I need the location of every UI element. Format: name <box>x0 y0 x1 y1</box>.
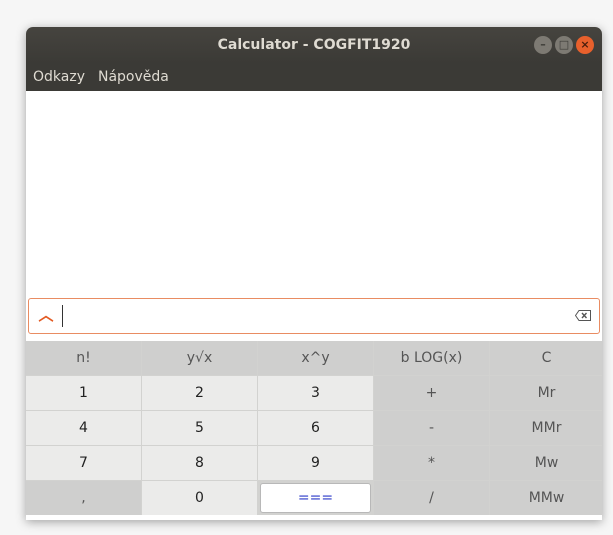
digit-7-button[interactable]: 7 <box>26 446 141 480</box>
menu-bar: Odkazy Nápověda <box>26 63 602 91</box>
memory-multi-recall-button[interactable]: MMr <box>490 411 602 445</box>
menu-item-odkazy[interactable]: Odkazy <box>26 69 91 85</box>
root-button[interactable]: y√x <box>142 341 257 375</box>
digit-0-button[interactable]: 0 <box>142 481 257 515</box>
keypad: n! y√x x^y b LOG(x) C 1 2 3 + Mr 4 5 6 -… <box>26 341 602 515</box>
backspace-icon[interactable] <box>575 310 591 321</box>
output-area <box>26 91 602 297</box>
digit-6-button[interactable]: 6 <box>258 411 373 445</box>
calculator-window: Calculator - COGFIT1920 – □ × Odkazy Náp… <box>26 27 602 520</box>
digit-4-button[interactable]: 4 <box>26 411 141 445</box>
chevron-up-icon[interactable]: ︿ <box>37 306 55 324</box>
text-cursor <box>62 305 63 327</box>
memory-recall-button[interactable]: Mr <box>490 376 602 410</box>
clear-button[interactable]: C <box>490 341 602 375</box>
minimize-icon[interactable]: – <box>534 36 552 54</box>
minus-button[interactable]: - <box>374 411 489 445</box>
digit-3-button[interactable]: 3 <box>258 376 373 410</box>
digit-5-button[interactable]: 5 <box>142 411 257 445</box>
digit-8-button[interactable]: 8 <box>142 446 257 480</box>
equals-button[interactable]: === <box>260 483 371 513</box>
window-controls: – □ × <box>534 36 594 54</box>
comma-button[interactable]: , <box>26 481 141 515</box>
digit-1-button[interactable]: 1 <box>26 376 141 410</box>
plus-button[interactable]: + <box>374 376 489 410</box>
memory-multi-write-button[interactable]: MMw <box>490 481 602 515</box>
close-icon[interactable]: × <box>576 36 594 54</box>
digit-2-button[interactable]: 2 <box>142 376 257 410</box>
expression-input[interactable]: ︿ <box>28 298 600 334</box>
menu-item-napoveda[interactable]: Nápověda <box>91 69 175 85</box>
maximize-icon[interactable]: □ <box>555 36 573 54</box>
multiply-button[interactable]: * <box>374 446 489 480</box>
digit-9-button[interactable]: 9 <box>258 446 373 480</box>
title-bar[interactable]: Calculator - COGFIT1920 – □ × <box>26 27 602 63</box>
factorial-button[interactable]: n! <box>26 341 141 375</box>
window-title: Calculator - COGFIT1920 <box>217 37 411 53</box>
divide-button[interactable]: / <box>374 481 489 515</box>
memory-write-button[interactable]: Mw <box>490 446 602 480</box>
log-button[interactable]: b LOG(x) <box>374 341 489 375</box>
power-button[interactable]: x^y <box>258 341 373 375</box>
